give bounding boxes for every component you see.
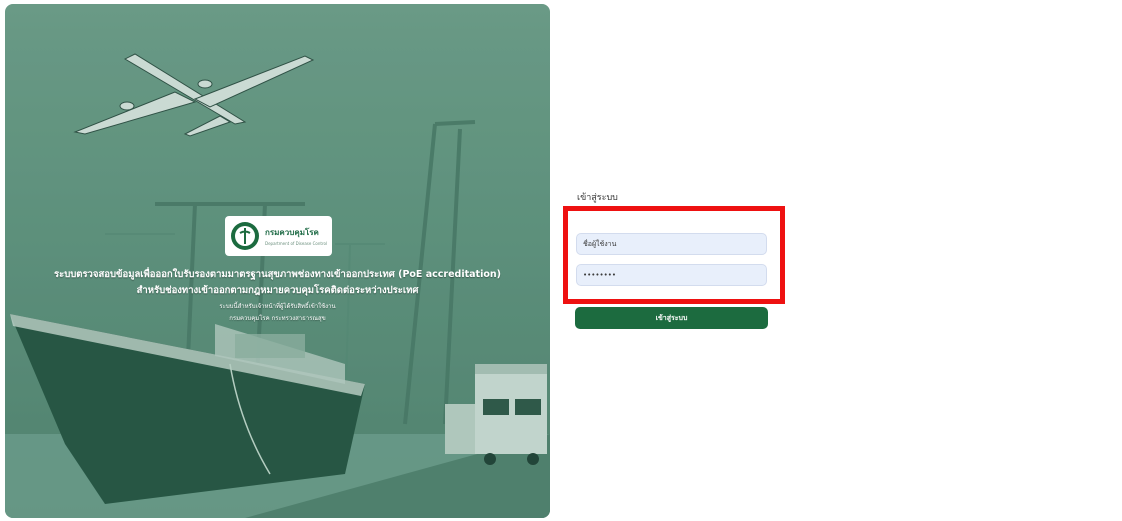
ddc-logo-card: กรมควบคุมโรค Department of Disease Contr… [225, 216, 332, 256]
logo-subtitle: Department of Disease Control [265, 241, 328, 246]
hero-scene-illustration [5, 4, 550, 518]
system-note-line2: กรมควบคุมโรค กระทรวงสาธารณสุข [229, 315, 326, 322]
login-heading: เข้าสู่ระบบ [577, 193, 618, 203]
ddc-emblem-icon [231, 222, 259, 250]
system-title-line2: สำหรับช่องทางเข้าออกตามกฎหมายควบคุมโรคติ… [136, 285, 419, 296]
system-note-line1: ระบบนี้สำหรับเจ้าหน้าที่ผู้ได้รับสิทธิ์เ… [219, 303, 336, 310]
logo-name: กรมควบคุมโรค [265, 228, 319, 237]
login-button[interactable]: เข้าสู่ระบบ [575, 307, 768, 329]
system-title-line1: ระบบตรวจสอบข้อมูลเพื่อออกใบรับรองตามมาตร… [54, 269, 501, 280]
login-page: กรมควบคุมโรค Department of Disease Contr… [0, 0, 1122, 521]
credentials-highlight-box [563, 206, 785, 304]
username-input[interactable] [576, 233, 767, 255]
hero-banner: กรมควบคุมโรค Department of Disease Contr… [5, 4, 550, 518]
password-input[interactable] [576, 264, 767, 286]
